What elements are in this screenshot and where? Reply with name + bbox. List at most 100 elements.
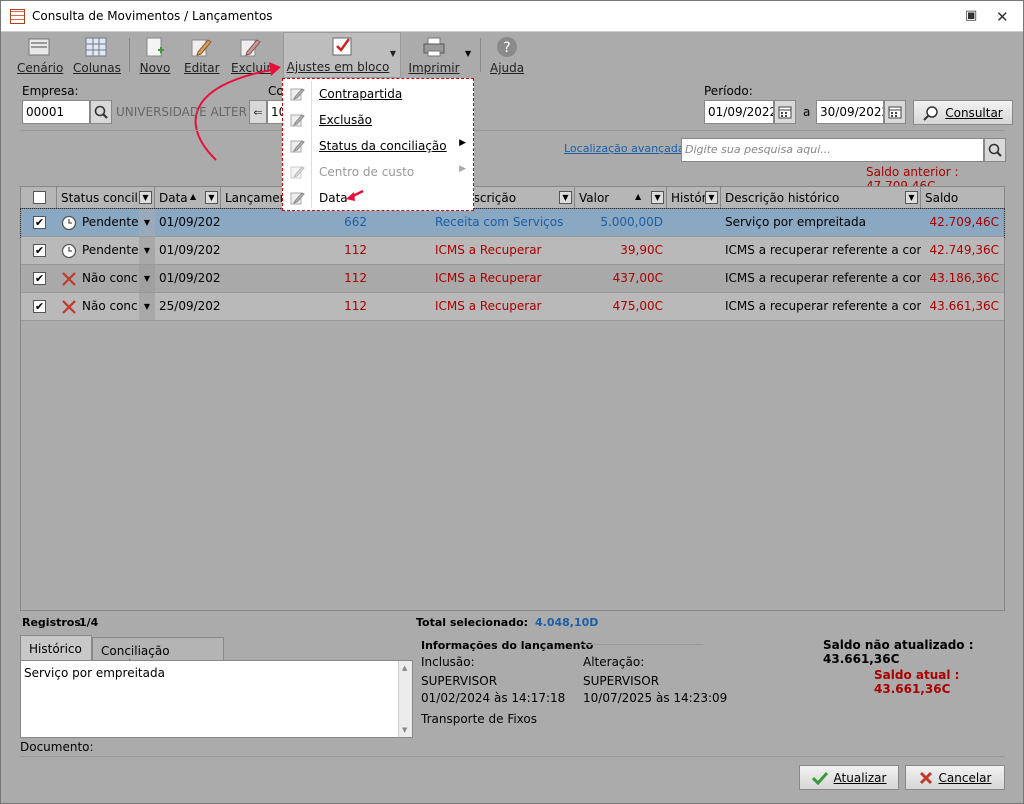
- inclusao-user: SUPERVISOR: [421, 674, 498, 688]
- clock-icon: [61, 215, 77, 231]
- periodo-label: Período:: [704, 84, 753, 98]
- imprimir-dropdown-icon[interactable]: ▼: [465, 49, 471, 58]
- calendar-icon: [778, 106, 792, 119]
- imprimir-button[interactable]: Imprimir: [407, 34, 461, 76]
- total-selecionado-label: Total selecionado:: [416, 616, 529, 629]
- filter-icon[interactable]: ▼: [651, 191, 664, 204]
- arrow-left-icon: ⇐: [253, 105, 263, 119]
- status-dropdown-icon[interactable]: ▼: [139, 265, 155, 292]
- colunas-icon: [85, 37, 107, 57]
- scroll-up-icon[interactable]: ▲: [402, 664, 407, 672]
- divider: [20, 756, 1005, 757]
- menu-item-data[interactable]: Data: [283, 185, 473, 211]
- table-row[interactable]: ✔ Pendente ▼ 01/09/2022 112 ICMS a Recup…: [21, 237, 1004, 265]
- toolbar: Cenário Colunas Novo Editar Excluir Ajus…: [1, 32, 1023, 78]
- edit-icon: [290, 114, 305, 127]
- close-icon[interactable]: ✕: [996, 8, 1009, 26]
- conta-cell: ICMS a Recuperar: [435, 299, 542, 313]
- ajuda-button[interactable]: ? Ajuda: [490, 34, 524, 76]
- status-cell: Não concil: [82, 271, 138, 285]
- co-field[interactable]: 10: [267, 100, 283, 124]
- col-saldo[interactable]: Saldo: [921, 187, 1004, 209]
- edit-icon: [290, 88, 305, 101]
- select-all-checkbox[interactable]: [33, 191, 46, 204]
- saldo-atual: Saldo atual : 43.661,36C: [874, 668, 960, 696]
- calendar-icon: [888, 106, 902, 119]
- colunas-button[interactable]: Colunas: [73, 34, 121, 76]
- filter-icon[interactable]: ▼: [139, 191, 152, 204]
- app-icon: [10, 9, 25, 24]
- consultar-button[interactable]: Consultar: [913, 100, 1013, 125]
- status-cell: Não concil: [82, 299, 138, 313]
- menu-item-exclusao[interactable]: Exclusão: [283, 107, 473, 133]
- submenu-arrow-icon: ▶: [459, 138, 466, 148]
- conta-cell: Receita com Serviços: [435, 215, 564, 229]
- svg-text:?: ?: [503, 40, 510, 56]
- title-bar: Consulta de Movimentos / Lançamentos ▣ ✕: [1, 1, 1023, 32]
- edit-icon: [290, 140, 305, 153]
- sort-asc-icon: ▲: [190, 192, 197, 201]
- scroll-down-icon[interactable]: ▼: [402, 726, 407, 734]
- col-descricao-historico[interactable]: Descrição histórico: [721, 187, 921, 209]
- novo-button[interactable]: Novo: [139, 34, 171, 76]
- cenario-button[interactable]: Cenário: [17, 34, 63, 76]
- tab-historico[interactable]: Histórico: [20, 635, 92, 661]
- restore-icon[interactable]: ▣: [965, 8, 977, 23]
- row-checkbox[interactable]: ✔: [33, 216, 46, 229]
- row-checkbox[interactable]: ✔: [33, 300, 46, 313]
- localizacao-avancada-link[interactable]: Localização avançada: [564, 142, 685, 155]
- info-lancamento-title: Informações do lançamento: [421, 639, 594, 652]
- registros-value: 1/4: [79, 616, 99, 629]
- table-row[interactable]: ✔ Pendente ▼ 01/09/2022 662 Receita com …: [20, 208, 1005, 238]
- empresa-search-button[interactable]: [90, 100, 112, 124]
- date-from-calendar-button[interactable]: [774, 100, 796, 124]
- scrollbar[interactable]: ▲ ▼: [398, 661, 412, 737]
- status-dropdown-icon[interactable]: ▼: [139, 237, 155, 264]
- col-lancamento[interactable]: Lançamento: [221, 187, 285, 209]
- date-from-field[interactable]: 01/09/2022: [704, 100, 774, 124]
- table-row[interactable]: ✔ Não concil ▼ 01/09/2022 112 ICMS a Rec…: [21, 265, 1004, 293]
- empresa-code-field[interactable]: 00001: [22, 100, 90, 124]
- valor-cell: 39,90C: [620, 243, 663, 257]
- x-mark-icon: [62, 300, 76, 314]
- date-to-field[interactable]: 30/09/2022: [816, 100, 884, 124]
- dropdown-arrow-icon[interactable]: ▼: [390, 49, 396, 58]
- help-icon: ?: [497, 37, 517, 57]
- ajustes-em-bloco-button[interactable]: Ajustes em bloco ▼: [283, 32, 401, 78]
- menu-item-contrapartida[interactable]: Contrapartida: [283, 81, 473, 107]
- status-dropdown-icon[interactable]: ▼: [139, 293, 155, 320]
- table-row[interactable]: ✔ Não concil ▼ 25/09/2022 112 ICMS a Rec…: [21, 293, 1004, 321]
- menu-item-status-conciliacao[interactable]: Status da conciliação ▶: [283, 133, 473, 159]
- search-button[interactable]: [984, 138, 1006, 162]
- row-checkbox[interactable]: ✔: [33, 244, 46, 257]
- cancelar-button[interactable]: Cancelar: [905, 765, 1005, 790]
- back-arrow-button[interactable]: ⇐: [249, 100, 267, 124]
- checklist-icon: [332, 37, 352, 56]
- search-icon: [94, 105, 108, 119]
- row-checkbox[interactable]: ✔: [33, 272, 46, 285]
- status-cell: Pendente: [82, 243, 138, 257]
- date-to-calendar-button[interactable]: [884, 100, 906, 124]
- edit-icon: [290, 166, 305, 179]
- empresa-label: Empresa:: [22, 84, 79, 98]
- filter-icon[interactable]: ▼: [705, 191, 718, 204]
- alteracao-label: Alteração:: [583, 655, 645, 669]
- filter-icon[interactable]: ▼: [205, 191, 218, 204]
- saldo-cell: 42.709,46C: [929, 215, 999, 229]
- search-icon: [988, 143, 1002, 157]
- valor-cell: 5.000,00D: [600, 215, 663, 229]
- data-cell: 01/09/2022: [159, 271, 221, 285]
- status-dropdown-icon[interactable]: ▼: [139, 209, 155, 236]
- tab-conciliacao-pendente[interactable]: Conciliação pendente: [92, 637, 224, 672]
- data-cell: 01/09/2022: [159, 243, 221, 257]
- cenario-icon: [28, 38, 50, 56]
- divider: [20, 130, 1005, 131]
- lancamento-cell: 662: [344, 215, 367, 229]
- saldo-cell: 43.186,36C: [929, 271, 999, 285]
- grid-header: Status concilia ▼ Data ▲ ▼ Lançamento De…: [21, 187, 1004, 209]
- filter-icon[interactable]: ▼: [905, 191, 918, 204]
- search-input[interactable]: Digite sua pesquisa aqui...: [681, 138, 984, 162]
- atualizar-button[interactable]: Atualizar: [799, 765, 899, 790]
- filter-icon[interactable]: ▼: [559, 191, 572, 204]
- historico-textarea[interactable]: Serviço por empreitada ▲ ▼: [20, 660, 413, 738]
